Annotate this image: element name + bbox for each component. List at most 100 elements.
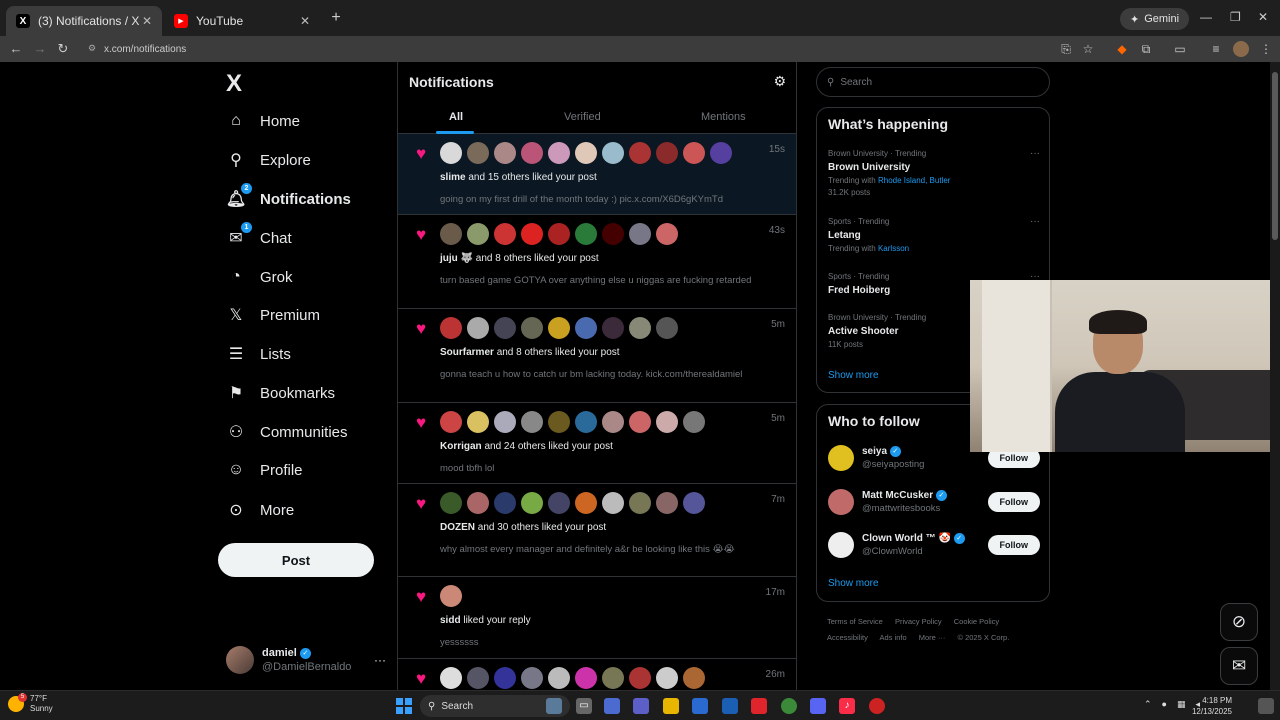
follow-suggestion[interactable]: Clown World ™ 🤡 ✓ @ClownWorld Follow bbox=[828, 530, 1040, 560]
reload-icon[interactable]: ↻ bbox=[55, 41, 71, 57]
page-scrollbar[interactable] bbox=[1270, 62, 1280, 690]
notification-row[interactable]: ♥ 43s juju 🐺 and 8 others liked your post t… bbox=[398, 215, 796, 309]
footer-link[interactable]: Accessibility bbox=[827, 633, 868, 642]
close-tab-icon[interactable]: ✕ bbox=[300, 14, 310, 28]
task-view-icon[interactable]: ▭ bbox=[576, 698, 592, 714]
notification-user[interactable]: juju 🐺 bbox=[440, 253, 473, 264]
avatar[interactable] bbox=[629, 411, 651, 433]
nav-bookmarks[interactable]: ⚑ Bookmarks bbox=[226, 383, 335, 403]
notification-row[interactable]: ♥ 15s slime and 15 others liked your post g… bbox=[398, 134, 796, 215]
avatar[interactable] bbox=[575, 317, 597, 339]
nav-communities[interactable]: ⚇ Communities bbox=[226, 422, 348, 442]
post-button[interactable]: Post bbox=[218, 543, 374, 577]
avatar[interactable] bbox=[656, 317, 678, 339]
scrollbar-thumb[interactable] bbox=[1272, 72, 1278, 240]
microphone-icon[interactable]: ● bbox=[1162, 699, 1167, 710]
avatar[interactable] bbox=[467, 411, 489, 433]
avatar[interactable] bbox=[710, 142, 732, 164]
weather-widget[interactable]: 5 77°F Sunny bbox=[8, 693, 53, 714]
notification-row[interactable]: ♥ 26m bbox=[398, 659, 796, 690]
app-icon[interactable] bbox=[751, 698, 767, 714]
account-switcher[interactable]: damiel ✓ @DamielBernaldo ··· bbox=[226, 646, 386, 674]
avatar[interactable] bbox=[575, 223, 597, 245]
avatar[interactable] bbox=[521, 667, 543, 689]
chevron-up-icon[interactable]: ⌃ bbox=[1144, 699, 1152, 710]
windows-start-icon[interactable] bbox=[396, 698, 412, 714]
nav-profile[interactable]: ☺ Profile bbox=[226, 460, 303, 480]
avatar[interactable] bbox=[656, 492, 678, 514]
follow-button[interactable]: Follow bbox=[987, 535, 1040, 555]
close-window-icon[interactable]: ✕ bbox=[1258, 10, 1268, 24]
avatar[interactable] bbox=[521, 142, 543, 164]
messages-icon[interactable]: ✉ bbox=[1220, 647, 1258, 685]
profile-avatar[interactable] bbox=[1233, 41, 1249, 57]
extensions-puzzle-icon[interactable]: ⧉ bbox=[1138, 41, 1154, 57]
nav-premium[interactable]: 𝕏 Premium bbox=[226, 305, 320, 325]
tab-youtube[interactable]: ▶ YouTube ✕ bbox=[164, 6, 320, 36]
avatar[interactable] bbox=[683, 142, 705, 164]
media-control-icon[interactable]: ≡ bbox=[1208, 41, 1224, 57]
avatar[interactable] bbox=[440, 667, 462, 689]
footer-link[interactable]: Privacy Policy bbox=[895, 617, 942, 626]
avatar[interactable] bbox=[521, 411, 543, 433]
notification-user[interactable]: DOZEN bbox=[440, 522, 475, 533]
discord-icon[interactable] bbox=[810, 698, 826, 714]
teams-icon[interactable] bbox=[633, 698, 649, 714]
follow-button[interactable]: Follow bbox=[987, 492, 1040, 512]
site-info-icon[interactable]: ⚙ bbox=[88, 43, 100, 55]
nav-home[interactable]: ⌂ Home bbox=[226, 111, 300, 131]
avatar[interactable] bbox=[548, 317, 570, 339]
trending-with-links[interactable]: Karlsson bbox=[878, 244, 909, 253]
avatar[interactable] bbox=[548, 492, 570, 514]
install-app-icon[interactable]: ⎘ bbox=[1058, 41, 1074, 57]
trend-item[interactable]: Sports · Trending Letang Trending with K… bbox=[828, 216, 1040, 255]
notification-user[interactable]: slime bbox=[440, 172, 466, 183]
avatar[interactable] bbox=[548, 411, 570, 433]
minimize-icon[interactable]: — bbox=[1200, 10, 1212, 24]
avatar[interactable] bbox=[440, 142, 462, 164]
avatar[interactable] bbox=[494, 223, 516, 245]
follow-suggestion[interactable]: Matt McCusker ✓ @mattwritesbooks Follow bbox=[828, 487, 1040, 517]
tab-mentions[interactable]: Mentions bbox=[701, 111, 746, 123]
avatar[interactable] bbox=[656, 411, 678, 433]
tab-verified[interactable]: Verified bbox=[564, 111, 601, 123]
avatar[interactable] bbox=[467, 667, 489, 689]
avatar[interactable] bbox=[629, 223, 651, 245]
avatar[interactable] bbox=[440, 317, 462, 339]
avatar[interactable] bbox=[440, 492, 462, 514]
app-icon[interactable] bbox=[869, 698, 885, 714]
avatar[interactable] bbox=[494, 667, 516, 689]
notification-user[interactable]: Korrigan bbox=[440, 441, 482, 452]
copilot-icon[interactable] bbox=[604, 698, 620, 714]
trending-with-links[interactable]: Rhode Island, Butler bbox=[878, 176, 951, 185]
avatar[interactable] bbox=[629, 667, 651, 689]
nav-notifications[interactable]: 🔔︎ 2 Notifications bbox=[226, 183, 351, 209]
more-dots-icon[interactable]: ··· bbox=[1030, 148, 1040, 160]
avatar[interactable] bbox=[467, 223, 489, 245]
avatar[interactable] bbox=[629, 492, 651, 514]
avatar[interactable] bbox=[440, 411, 462, 433]
nav-lists[interactable]: ☰ Lists bbox=[226, 344, 291, 364]
clock[interactable]: 4:18 PM 12/13/2025 bbox=[1192, 695, 1232, 717]
footer-link[interactable]: Ads info bbox=[880, 633, 907, 642]
avatar[interactable] bbox=[467, 142, 489, 164]
footer-link[interactable]: Terms of Service bbox=[827, 617, 883, 626]
notification-row[interactable]: ♥ 5m Sourfarmer and 8 others liked your po… bbox=[398, 309, 796, 403]
nav-chat[interactable]: ✉ 1 Chat bbox=[226, 222, 292, 248]
avatar[interactable] bbox=[602, 411, 624, 433]
x-logo-icon[interactable]: X bbox=[226, 70, 242, 98]
avatar[interactable] bbox=[440, 585, 462, 607]
nav-more[interactable]: ⊙ More bbox=[226, 500, 294, 520]
outlook-icon[interactable] bbox=[722, 698, 738, 714]
new-tab-button[interactable]: + bbox=[326, 8, 346, 28]
avatar[interactable] bbox=[467, 492, 489, 514]
nav-explore[interactable]: ⚲ Explore bbox=[226, 150, 311, 170]
notification-user[interactable]: Sourfarmer bbox=[440, 347, 494, 358]
avatar[interactable] bbox=[683, 667, 705, 689]
avatar[interactable] bbox=[548, 223, 570, 245]
back-icon[interactable]: ← bbox=[8, 41, 24, 57]
avatar[interactable] bbox=[602, 317, 624, 339]
avatar[interactable] bbox=[656, 142, 678, 164]
avatar[interactable] bbox=[683, 411, 705, 433]
gemini-button[interactable]: ✦ Gemini bbox=[1120, 8, 1190, 30]
